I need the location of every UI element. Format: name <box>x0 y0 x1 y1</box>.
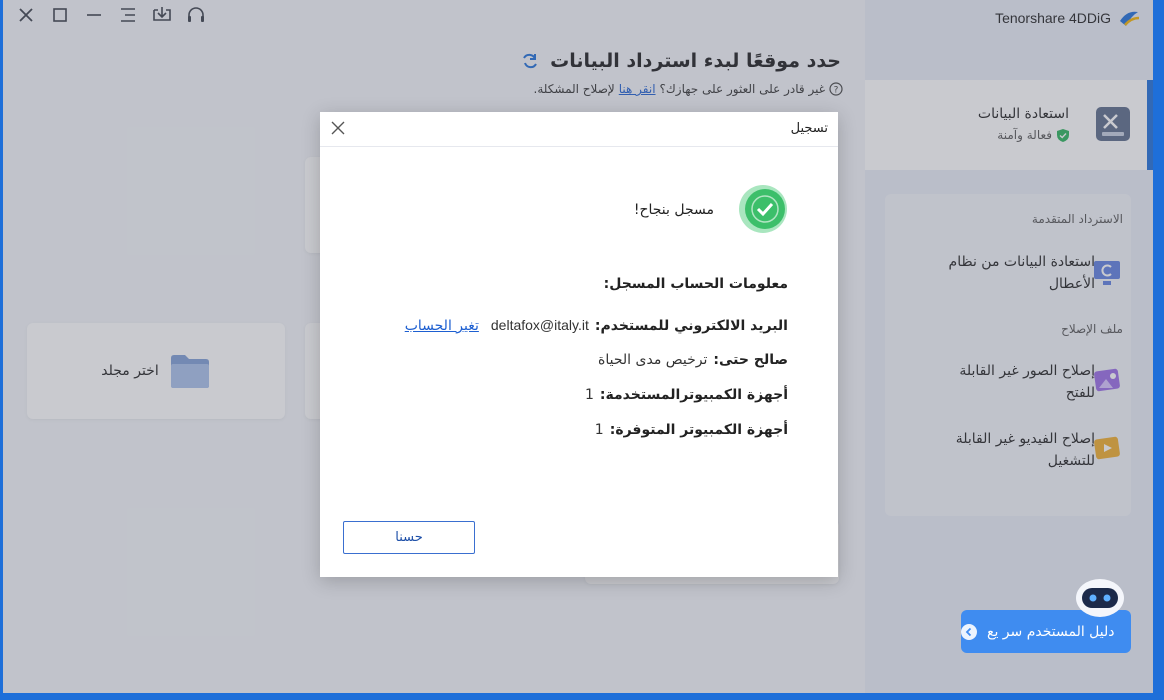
email-row: البريد الالكتروني للمستخدم: deltafox@ita… <box>405 317 788 334</box>
email-value: deltafox@italy.it <box>490 317 589 333</box>
dialog-header: تسجيل <box>320 112 838 147</box>
close-icon[interactable] <box>330 120 346 136</box>
available-computers-value: 1 <box>594 422 604 438</box>
quick-guide-label: دليل المستخدم سر يع <box>987 623 1115 640</box>
email-label: البريد الالكتروني للمستخدم: <box>594 318 788 334</box>
change-account-link[interactable]: تغير الحساب <box>405 318 479 334</box>
used-computers-value: 1 <box>585 387 594 403</box>
valid-until-label: صالح حتى: <box>713 352 788 368</box>
ok-button[interactable]: حسنا <box>343 521 475 554</box>
used-computers-label: أجهزة الكمبيوترالمستخدمة: <box>599 387 788 403</box>
registration-dialog: تسجيل مسجل بنجاح! معلومات الحساب المسجل:… <box>320 112 838 577</box>
available-computers-label: أجهزة الكمبيوتر المتوفرة: <box>609 422 788 438</box>
chevron-left-icon <box>961 623 977 640</box>
dialog-title: تسجيل <box>790 121 828 136</box>
available-computers-row: أجهزة الكمبيوتر المتوفرة: 1 <box>595 422 788 438</box>
check-circle-icon <box>739 185 787 233</box>
used-computers-row: أجهزة الكمبيوترالمستخدمة: 1 <box>585 387 788 403</box>
app-window: حدد موقعًا لبدء استرداد البيانات ? غير ق… <box>3 0 1153 693</box>
valid-until-row: صالح حتى: ترخيص مدى الحياة <box>598 352 788 368</box>
valid-until-value: ترخيص مدى الحياة <box>598 352 708 368</box>
success-message: مسجل بنجاح! <box>633 202 714 218</box>
robot-icon[interactable] <box>1073 576 1127 620</box>
account-info-heading: معلومات الحساب المسجل: <box>603 276 788 292</box>
